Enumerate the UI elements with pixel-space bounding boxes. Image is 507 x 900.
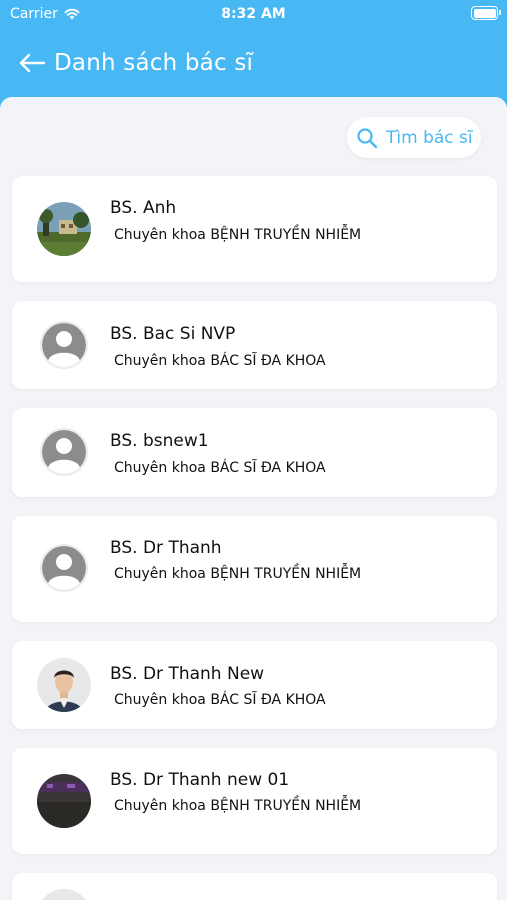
doctor-avatar-photo — [37, 658, 91, 712]
back-arrow-icon — [19, 53, 46, 73]
doctor-avatar-photo — [37, 202, 91, 256]
doctor-name: BS. Dr Thanh New — [110, 664, 265, 684]
doctor-specialty: Chuyên khoa BỆNH TRUYỀN NHIỄM — [114, 798, 362, 814]
status-bar: Carrier 8:32 AM — [0, 0, 507, 28]
doctor-name: BS. Bac Si NVP — [110, 324, 236, 344]
header-bar: Carrier 8:32 AM Danh sách bác sĩ — [0, 0, 507, 112]
default-user-icon — [40, 544, 88, 592]
doctor-avatar-photo — [37, 774, 91, 828]
doctor-specialty: Chuyên khoa BÁC SĨ ĐA KHOA — [114, 692, 326, 708]
status-time: 8:32 AM — [221, 6, 286, 22]
doctor-card[interactable]: BS. Bac Si NVP Chuyên khoa BÁC SĨ ĐA KHO… — [12, 301, 497, 389]
default-user-icon — [40, 428, 88, 476]
doctor-specialty: Chuyên khoa BỆNH TRUYỀN NHIỄM — [114, 227, 362, 243]
search-label: Tìm bác sĩ — [386, 127, 473, 148]
doctor-card[interactable] — [12, 873, 497, 900]
doctor-specialty: Chuyên khoa BÁC SĨ ĐA KHOA — [114, 353, 326, 369]
default-user-icon — [40, 321, 88, 369]
doctor-name: BS. Anh — [110, 198, 177, 218]
navigation-bar: Danh sách bác sĩ — [18, 46, 253, 80]
doctor-card[interactable]: BS. Dr Thanh Chuyên khoa BỆNH TRUYỀN NHI… — [12, 516, 497, 622]
back-button[interactable] — [18, 51, 48, 75]
search-doctor-button[interactable]: Tìm bác sĩ — [347, 117, 481, 158]
battery-icon — [471, 6, 501, 20]
doctor-name: BS. bsnew1 — [110, 431, 209, 451]
doctor-card[interactable]: BS. Anh Chuyên khoa BỆNH TRUYỀN NHIỄM — [12, 176, 497, 282]
doctor-avatar-photo — [37, 889, 91, 900]
doctor-card[interactable]: BS. Dr Thanh New Chuyên khoa BÁC SĨ ĐA K… — [12, 641, 497, 729]
doctor-specialty: Chuyên khoa BỆNH TRUYỀN NHIỄM — [114, 566, 362, 582]
page-title: Danh sách bác sĩ — [54, 50, 254, 76]
doctor-specialty: Chuyên khoa BÁC SĨ ĐA KHOA — [114, 460, 326, 476]
search-icon — [357, 127, 378, 148]
doctor-name: BS. Dr Thanh new 01 — [110, 770, 290, 790]
doctor-card[interactable]: BS. Dr Thanh new 01 Chuyên khoa BỆNH TRU… — [12, 748, 497, 854]
doctor-name: BS. Dr Thanh — [110, 538, 222, 558]
doctor-card[interactable]: BS. bsnew1 Chuyên khoa BÁC SĨ ĐA KHOA — [12, 408, 497, 497]
